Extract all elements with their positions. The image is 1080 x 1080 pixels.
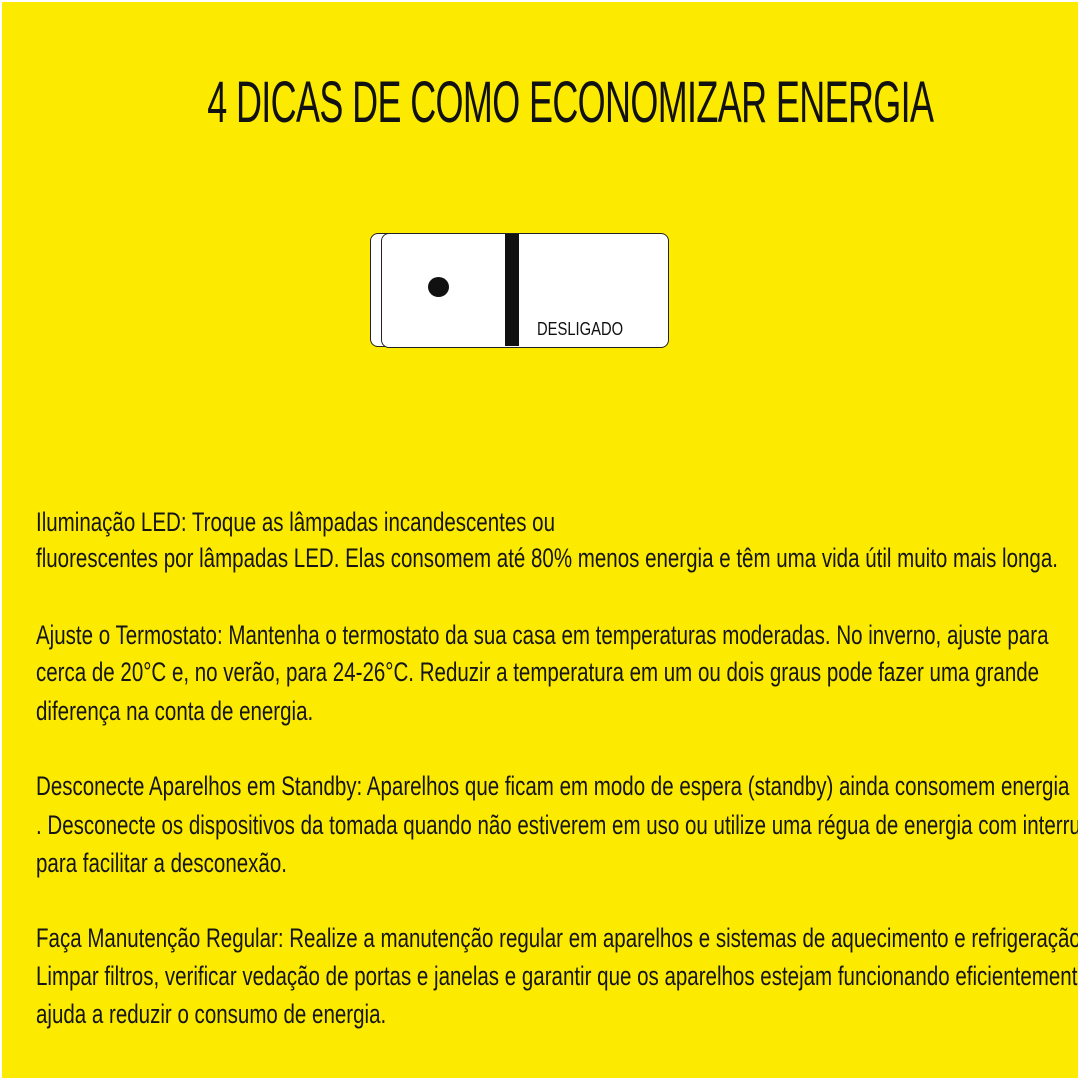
tip-text-line: Iluminação LED: Troque as lâmpadas incan… — [36, 507, 556, 537]
tip-text-line: fluorescentes por lâmpadas LED. Elas con… — [36, 543, 1058, 573]
switch-state-label: DESLIGADO — [537, 319, 624, 339]
page-title: 4 DICAS DE COMO ECONOMIZAR ENERGIA — [207, 70, 934, 135]
tip-text-line: Ajuste o Termostato: Mantenha o termosta… — [36, 620, 1049, 650]
tip-text-line: cerca de 20°C e, no verão, para 24-26°C.… — [36, 657, 1040, 687]
tip-text-line: para facilitar a desconexão. — [36, 848, 287, 878]
poster: 4 DICAS DE COMO ECONOMIZAR ENERGIA DESLI… — [2, 2, 1078, 1078]
switch-indicator-dot — [428, 277, 449, 297]
tip-text-line: diferença na conta de energia. — [36, 696, 314, 726]
tip-text-line: Limpar filtros, verificar vedação de por… — [36, 961, 1078, 991]
tip-text-line: Faça Manutenção Regular: Realize a manut… — [36, 923, 1078, 953]
tip-text-line: ajuda a reduzir o consumo de energia. — [36, 999, 387, 1029]
switch-divider — [505, 234, 519, 346]
tip-text-line: . Desconecte os dispositivos da tomada q… — [36, 810, 1078, 840]
tip-text-line: Desconecte Aparelhos em Standby: Aparelh… — [36, 771, 1070, 801]
